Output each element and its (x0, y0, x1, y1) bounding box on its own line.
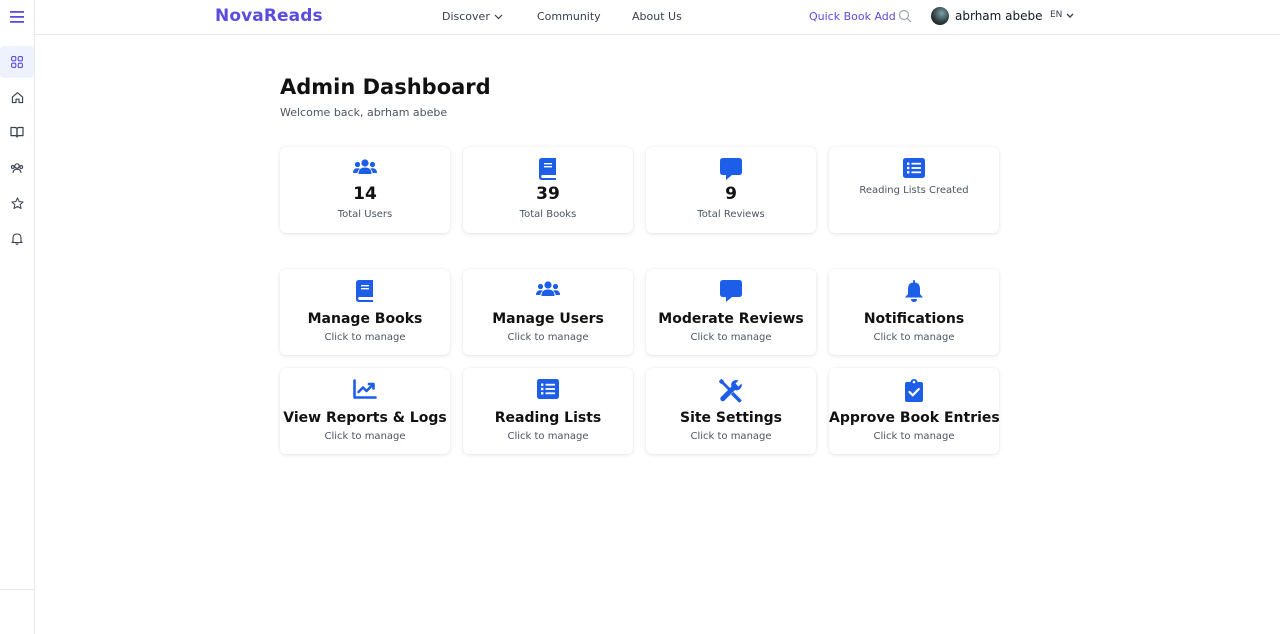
user-name[interactable]: abrham abebe (955, 9, 1043, 23)
menu-button[interactable] (0, 0, 34, 34)
top-navbar: NovaReads Discover Community About Us Qu… (35, 0, 1280, 35)
list-icon (463, 379, 633, 401)
bell-icon (829, 280, 999, 302)
stat-label: Total Users (337, 209, 393, 220)
book-icon (463, 158, 633, 180)
card-title: Manage Books (307, 311, 423, 327)
stat-card-reviews: 9 Total Reviews (646, 147, 816, 233)
book-open-icon (10, 126, 24, 138)
stat-label: Reading Lists Created (859, 185, 969, 196)
sidebar-item-notifications[interactable] (0, 222, 34, 254)
comment-icon (646, 158, 816, 180)
chevron-down-icon (494, 14, 503, 19)
moderate-reviews-card[interactable]: Moderate Reviews Click to manage (646, 269, 816, 355)
clipboard-check-icon (829, 379, 999, 402)
search-icon (898, 9, 912, 23)
nav-discover[interactable]: Discover (442, 10, 503, 23)
card-subtitle: Click to manage (873, 431, 955, 442)
stat-label: Total Reviews (697, 209, 765, 220)
nav-community-label: Community (537, 10, 601, 23)
stat-card-reading-lists: Reading Lists Created (829, 147, 999, 233)
sidebar (0, 0, 35, 634)
sidebar-divider (0, 589, 34, 590)
card-title: Site Settings (679, 410, 783, 426)
notifications-card[interactable]: Notifications Click to manage (829, 269, 999, 355)
home-icon (11, 91, 23, 103)
star-icon (10, 196, 24, 209)
chart-line-icon (280, 379, 450, 401)
users-icon (10, 163, 24, 174)
search-button[interactable] (898, 8, 914, 24)
quick-book-add-link[interactable]: Quick Book Add (809, 10, 896, 23)
manage-books-card[interactable]: Manage Books Click to manage (280, 269, 450, 355)
approve-book-entries-card[interactable]: Approve Book Entries Click to manage (829, 368, 1000, 454)
stat-value: 9 (725, 184, 737, 204)
nav-about-label: About Us (632, 10, 682, 23)
card-subtitle: Click to manage (690, 332, 772, 343)
reading-lists-card[interactable]: Reading Lists Click to manage (463, 368, 633, 454)
bell-icon (11, 232, 23, 245)
page-title: Admin Dashboard (280, 75, 491, 99)
card-title: Notifications (863, 311, 965, 327)
card-subtitle: Click to manage (507, 431, 589, 442)
brand-logo[interactable]: NovaReads (215, 6, 323, 26)
tools-icon (646, 379, 816, 403)
card-title: Manage Users (492, 311, 604, 327)
sidebar-item-community[interactable] (0, 152, 34, 184)
card-subtitle: Click to manage (324, 332, 406, 343)
nav-discover-label: Discover (442, 10, 490, 23)
language-selector[interactable]: EN (1050, 10, 1074, 20)
comment-icon (646, 280, 816, 302)
card-subtitle: Click to manage (873, 332, 955, 343)
nav-community[interactable]: Community (537, 10, 601, 23)
sidebar-item-dashboard[interactable] (0, 46, 34, 78)
card-title: View Reports & Logs (283, 410, 447, 426)
nav-about-us[interactable]: About Us (632, 10, 682, 23)
language-label: EN (1050, 10, 1063, 20)
stat-label: Total Books (519, 209, 577, 220)
card-title: Reading Lists (494, 410, 602, 426)
card-title: Approve Book Entries (829, 410, 1000, 426)
stat-value: 39 (536, 184, 560, 204)
site-settings-card[interactable]: Site Settings Click to manage (646, 368, 816, 454)
welcome-message: Welcome back, abrham abebe (280, 106, 448, 119)
stat-card-books: 39 Total Books (463, 147, 633, 233)
card-subtitle: Click to manage (324, 431, 406, 442)
stat-value: 14 (353, 184, 377, 204)
card-subtitle: Click to manage (507, 332, 589, 343)
chevron-down-icon (1066, 13, 1074, 18)
manage-users-card[interactable]: Manage Users Click to manage (463, 269, 633, 355)
sidebar-item-favorites[interactable] (0, 187, 34, 219)
avatar[interactable] (931, 7, 949, 25)
sidebar-item-home[interactable] (0, 81, 34, 113)
list-icon (829, 158, 999, 180)
grid-icon (11, 56, 23, 68)
stat-card-users: 14 Total Users (280, 147, 450, 233)
card-subtitle: Click to manage (690, 431, 772, 442)
book-icon (280, 280, 450, 302)
users-icon (280, 158, 450, 180)
view-reports-card[interactable]: View Reports & Logs Click to manage (280, 368, 450, 454)
card-title: Moderate Reviews (658, 311, 804, 327)
sidebar-item-books[interactable] (0, 116, 34, 148)
hamburger-icon (10, 11, 24, 23)
users-icon (463, 280, 633, 302)
